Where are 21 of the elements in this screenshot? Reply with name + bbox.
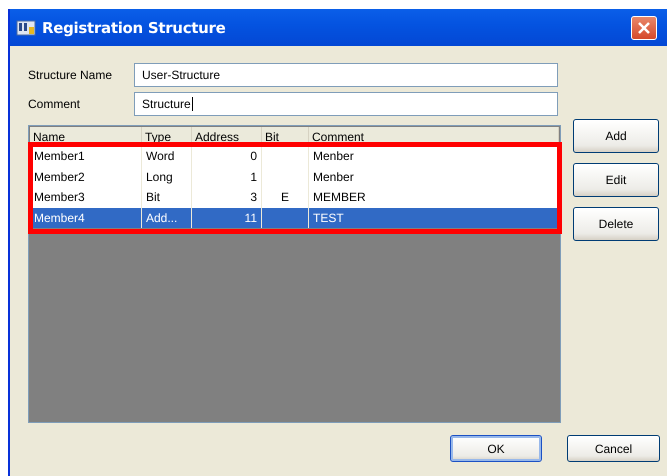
field-label: Structure Name (28, 68, 114, 82)
table-row[interactable]: Member2 Long 1 Menber (30, 166, 559, 187)
table-row[interactable]: Member1 Word 0 Menber (30, 146, 559, 166)
close-icon (637, 20, 651, 34)
text-field[interactable]: User-Structure (134, 62, 558, 86)
table-cell: Add... (142, 208, 192, 228)
text-field[interactable]: Structure (134, 92, 558, 116)
table-cell: 11 (192, 208, 262, 228)
action-button[interactable]: Add (573, 119, 659, 153)
dialog-button[interactable]: OK (450, 435, 542, 462)
table-cell: Member4 (30, 208, 142, 228)
app-icon (16, 18, 36, 38)
window-title: Registration Structure (42, 18, 226, 36)
dialog-button[interactable]: Cancel (567, 435, 660, 462)
table-row[interactable]: Member3 Bit 3 E MEMBER (30, 187, 559, 208)
field-label: Comment (28, 96, 82, 110)
action-button[interactable]: Edit (573, 163, 659, 197)
table-row[interactable]: Member4 Add... 11 TEST (30, 208, 559, 228)
close-button[interactable] (631, 16, 657, 40)
action-button[interactable]: Delete (573, 207, 659, 241)
table-cell: TEST (309, 208, 559, 228)
